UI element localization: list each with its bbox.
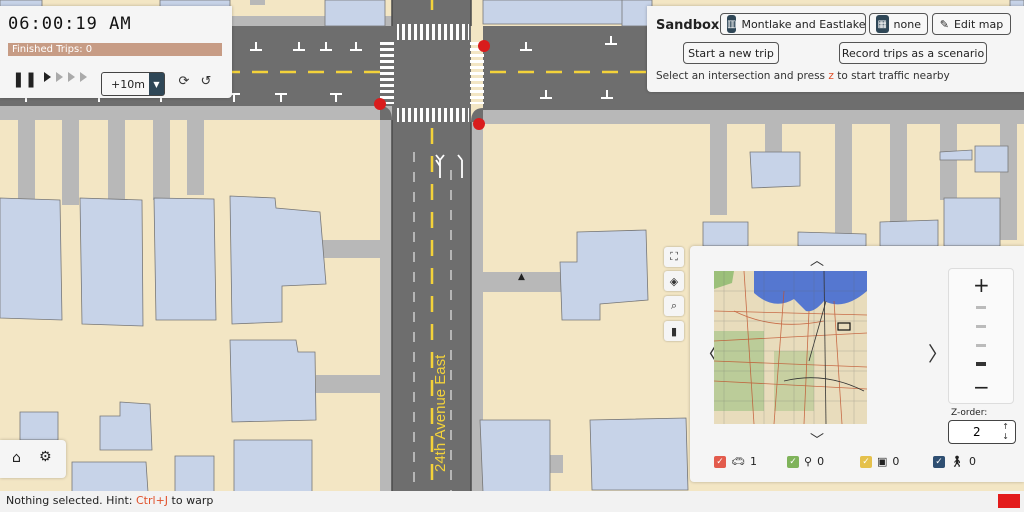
zorder-input[interactable]: 2 ↑ ↓ — [948, 420, 1016, 444]
zoom-out-icon[interactable]: − — [973, 375, 990, 399]
scenario-name: none — [893, 17, 921, 31]
finished-trips-label: Finished Trips: 0 — [12, 44, 93, 55]
map-icon: ▥ — [727, 15, 737, 33]
zoom-level-1[interactable] — [976, 306, 986, 309]
legend-bus[interactable]: ✓ ▣ 0 — [860, 455, 899, 468]
chevron-down-icon[interactable]: ▼ — [149, 73, 164, 95]
chart-icon[interactable]: ▮ — [664, 321, 684, 341]
edit-map-button[interactable]: ✎ Edit map — [932, 13, 1011, 35]
scenario-select-button[interactable]: ▦ none — [869, 13, 928, 35]
spinner-icon[interactable]: ↑ ↓ — [1002, 422, 1009, 442]
zoom-level-4[interactable] — [976, 362, 986, 366]
street-label: 24th Avenue East — [432, 354, 449, 472]
play-speed-1-icon[interactable] — [44, 72, 51, 82]
sandbox-panel: Sandbox ▥ Montlake and Eastlake ▦ none ✎… — [647, 6, 1024, 92]
play-speed-3-icon[interactable] — [68, 72, 75, 82]
legend-car[interactable]: ✓ 🚗︎ 1 — [714, 455, 757, 468]
start-new-trip-button[interactable]: Start a new trip — [683, 42, 779, 64]
pan-right-icon[interactable]: 〉 — [928, 338, 948, 367]
mouse-cursor: ▲ — [518, 272, 525, 282]
search-icon[interactable]: ⌕ — [664, 296, 684, 316]
pencil-icon: ✎ — [939, 17, 949, 31]
zoom-level-3[interactable] — [976, 344, 986, 347]
sandbox-title: Sandbox — [656, 18, 720, 33]
bike-icon: ⚲ — [804, 455, 813, 468]
status-indicator — [998, 494, 1020, 508]
gear-icon[interactable]: ⚙ — [39, 449, 52, 465]
minimap-panel: ︿ ﹀ 〈 〉 + − Z-order: 2 ↑ ↓ ✓ 🚗︎ 1 ✓ ⚲ 0 … — [690, 246, 1024, 482]
status-bar: Nothing selected. Hint: Ctrl+J to warp — [0, 491, 1024, 512]
legend-pedestrian[interactable]: ✓ 🚶︎ 0 — [933, 455, 976, 468]
calendar-icon: ▦ — [876, 15, 889, 33]
map-select-button[interactable]: ▥ Montlake and Eastlake — [720, 13, 866, 35]
time-panel: 06:00:19 AM Finished Trips: 0 ❚❚ +10m ▼ … — [0, 6, 232, 98]
play-speed-2-icon[interactable] — [56, 72, 63, 82]
pan-up-icon[interactable]: ︿ — [810, 250, 824, 270]
checkbox-icon[interactable]: ✓ — [933, 455, 945, 468]
home-settings-panel: ⌂ ⚙ — [0, 440, 66, 478]
reset-icon[interactable]: ↺ — [199, 75, 213, 89]
sandbox-hint: Select an intersection and press z to st… — [656, 70, 950, 82]
pan-down-icon[interactable]: ﹀ — [810, 430, 824, 450]
checkbox-icon[interactable]: ✓ — [714, 455, 726, 468]
zorder-value: 2 — [973, 425, 981, 439]
zoom-control: + − — [948, 268, 1014, 404]
fullscreen-icon[interactable]: ⛶ — [664, 247, 684, 267]
jump-to-time-icon[interactable]: ⟳ — [177, 75, 191, 89]
zorder-label: Z-order: — [951, 408, 988, 418]
record-trips-button[interactable]: Record trips as a scenario — [839, 42, 987, 64]
home-icon[interactable]: ⌂ — [12, 450, 21, 466]
pause-button[interactable]: ❚❚ — [12, 70, 37, 88]
legend-bike[interactable]: ✓ ⚲ 0 — [787, 455, 824, 468]
zoom-in-icon[interactable]: + — [973, 273, 990, 297]
time-step-select[interactable]: +10m ▼ — [101, 72, 165, 96]
bus-icon: ▣ — [877, 455, 888, 468]
checkbox-icon[interactable]: ✓ — [787, 455, 799, 468]
clock: 06:00:19 AM — [8, 14, 132, 34]
layers-icon[interactable]: ◈ — [664, 271, 684, 291]
car-icon: 🚗︎ — [731, 455, 745, 468]
pedestrian-icon: 🚶︎ — [950, 455, 964, 468]
zoom-level-2[interactable] — [976, 325, 986, 328]
time-step-value: +10m — [111, 78, 145, 91]
map-name: Montlake and Eastlake — [741, 17, 866, 31]
checkbox-icon[interactable]: ✓ — [860, 455, 872, 468]
minimap[interactable] — [714, 271, 867, 424]
play-speed-4-icon[interactable] — [80, 72, 87, 82]
